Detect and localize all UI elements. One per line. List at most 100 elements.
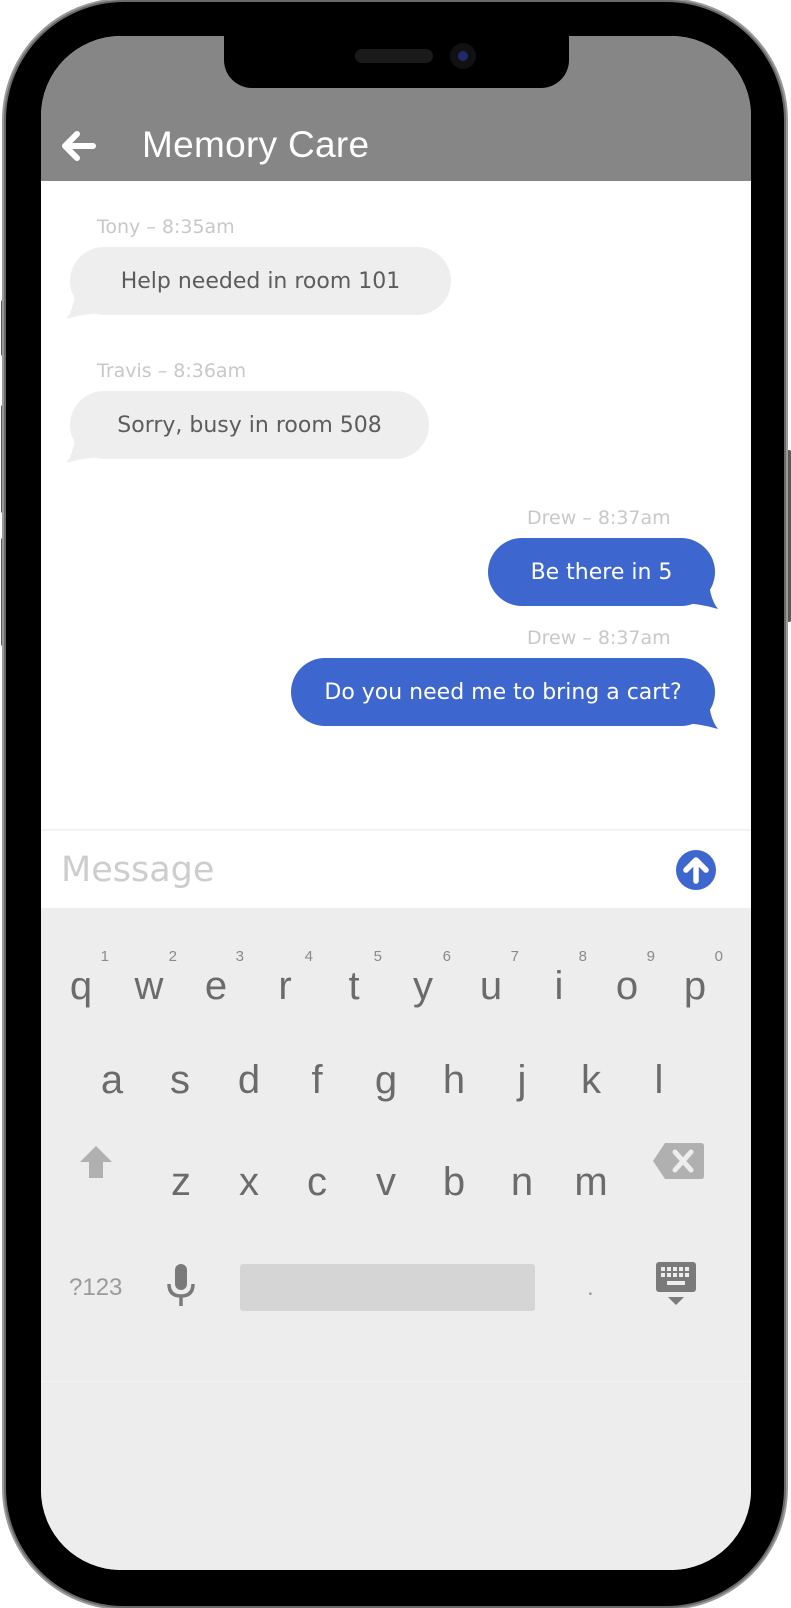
key-l[interactable]: l xyxy=(629,1058,689,1118)
key-number-hint: 4 xyxy=(304,948,313,965)
key-letter: n xyxy=(510,1160,534,1204)
key-letter: t xyxy=(348,964,360,1008)
message-text: Be there in 5 xyxy=(530,559,673,585)
key-a[interactable]: a xyxy=(82,1058,142,1118)
key-number-hint: 2 xyxy=(168,948,177,965)
key-f[interactable]: f xyxy=(287,1058,347,1118)
key-letter: r xyxy=(278,964,292,1008)
page-title: Memory Care xyxy=(142,124,370,165)
key-number-hint: 5 xyxy=(373,948,382,965)
key-letter: u xyxy=(479,964,503,1008)
key-number-hint: 3 xyxy=(235,948,244,965)
key-letter: w xyxy=(134,964,164,1008)
key-letter: s xyxy=(170,1058,190,1102)
key-letter: h xyxy=(442,1058,466,1102)
virtual-keyboard: 1q2w3e4r5t6y7u8i9o0p asdfghjkl zxcvbnm ?… xyxy=(41,908,751,1570)
key-w[interactable]: 2w xyxy=(119,948,179,1038)
key-letter: x xyxy=(239,1160,259,1204)
key-p[interactable]: 0p xyxy=(665,948,725,1038)
key-i[interactable]: 8i xyxy=(529,948,589,1038)
key-number-hint: 7 xyxy=(510,948,519,965)
message-bubble: Do you need me to bring a cart? xyxy=(291,658,715,726)
message-text: Do you need me to bring a cart? xyxy=(324,679,682,705)
back-button[interactable] xyxy=(61,128,97,164)
key-letter: v xyxy=(376,1160,396,1204)
message-composer xyxy=(41,829,751,910)
keyboard-hide-icon xyxy=(656,1262,696,1305)
key-y[interactable]: 6y xyxy=(393,948,453,1038)
screen: Memory Care Tony – 8:35am Help needed in… xyxy=(41,36,751,1570)
front-camera xyxy=(450,43,476,69)
key-m[interactable]: m xyxy=(561,1160,621,1220)
hide-keyboard-key[interactable] xyxy=(651,1258,701,1318)
shift-key[interactable] xyxy=(71,1136,121,1186)
key-b[interactable]: b xyxy=(424,1160,484,1220)
message-bubble: Sorry, busy in room 508 xyxy=(70,391,429,459)
backspace-icon xyxy=(653,1143,704,1179)
key-r[interactable]: 4r xyxy=(255,948,315,1038)
message-meta: Drew – 8:37am xyxy=(527,627,671,649)
key-letter: c xyxy=(307,1160,327,1204)
arrow-left-icon xyxy=(62,131,96,161)
key-z[interactable]: z xyxy=(151,1160,211,1220)
key-letter: e xyxy=(204,964,228,1008)
key-o[interactable]: 9o xyxy=(597,948,657,1038)
key-s[interactable]: s xyxy=(150,1058,210,1118)
key-letter: o xyxy=(615,964,639,1008)
key-letter: y xyxy=(413,964,433,1008)
arrow-up-circle-icon xyxy=(676,850,716,890)
key-k[interactable]: k xyxy=(561,1058,621,1118)
key-letter: a xyxy=(100,1058,124,1102)
key-h[interactable]: h xyxy=(424,1058,484,1118)
key-e[interactable]: 3e xyxy=(186,948,246,1038)
space-bar[interactable] xyxy=(240,1264,535,1311)
symbols-key[interactable]: ?123 xyxy=(63,1258,133,1318)
message-meta: Travis – 8:36am xyxy=(97,360,247,382)
key-j[interactable]: j xyxy=(492,1058,552,1118)
key-letter: g xyxy=(374,1058,398,1102)
key-letter: z xyxy=(171,1160,191,1204)
key-q[interactable]: 1q xyxy=(51,948,111,1038)
message-list: Tony – 8:35am Help needed in room 101 Tr… xyxy=(41,181,751,851)
key-letter: i xyxy=(554,964,564,1008)
message-bubble: Help needed in room 101 xyxy=(70,247,451,315)
shift-arrow-icon xyxy=(80,1146,112,1178)
key-number-hint: 9 xyxy=(646,948,655,965)
key-g[interactable]: g xyxy=(356,1058,416,1118)
message-meta: Tony – 8:35am xyxy=(97,216,235,238)
send-button[interactable] xyxy=(675,849,717,891)
message-bubble: Be there in 5 xyxy=(488,538,715,606)
key-x[interactable]: x xyxy=(219,1160,279,1220)
keyboard-divider xyxy=(41,1381,751,1382)
key-d[interactable]: d xyxy=(219,1058,279,1118)
key-letter: q xyxy=(69,964,93,1008)
microphone-key[interactable] xyxy=(159,1256,203,1320)
symbols-label: ?123 xyxy=(69,1274,123,1301)
period-key[interactable]: . xyxy=(569,1258,617,1318)
message-meta: Drew – 8:37am xyxy=(527,507,671,529)
key-letter: k xyxy=(581,1058,601,1102)
key-n[interactable]: n xyxy=(492,1160,552,1220)
key-letter: j xyxy=(517,1058,527,1102)
microphone-icon xyxy=(167,1264,195,1306)
key-number-hint: 0 xyxy=(714,948,723,965)
key-v[interactable]: v xyxy=(356,1160,416,1220)
message-text: Sorry, busy in room 508 xyxy=(117,412,382,438)
key-c[interactable]: c xyxy=(287,1160,347,1220)
power-button xyxy=(786,450,791,622)
key-letter: b xyxy=(442,1160,466,1204)
key-number-hint: 1 xyxy=(100,948,109,965)
key-u[interactable]: 7u xyxy=(461,948,521,1038)
key-letter: f xyxy=(311,1058,323,1102)
speaker-grille xyxy=(355,49,433,63)
key-number-hint: 6 xyxy=(442,948,451,965)
message-input[interactable] xyxy=(59,841,663,899)
key-number-hint: 8 xyxy=(578,948,587,965)
key-letter: p xyxy=(683,964,707,1008)
key-t[interactable]: 5t xyxy=(324,948,384,1038)
key-letter: l xyxy=(654,1058,664,1102)
backspace-key[interactable] xyxy=(645,1136,705,1186)
key-letter: m xyxy=(574,1160,608,1204)
notch xyxy=(224,36,569,88)
message-text: Help needed in room 101 xyxy=(120,268,401,294)
